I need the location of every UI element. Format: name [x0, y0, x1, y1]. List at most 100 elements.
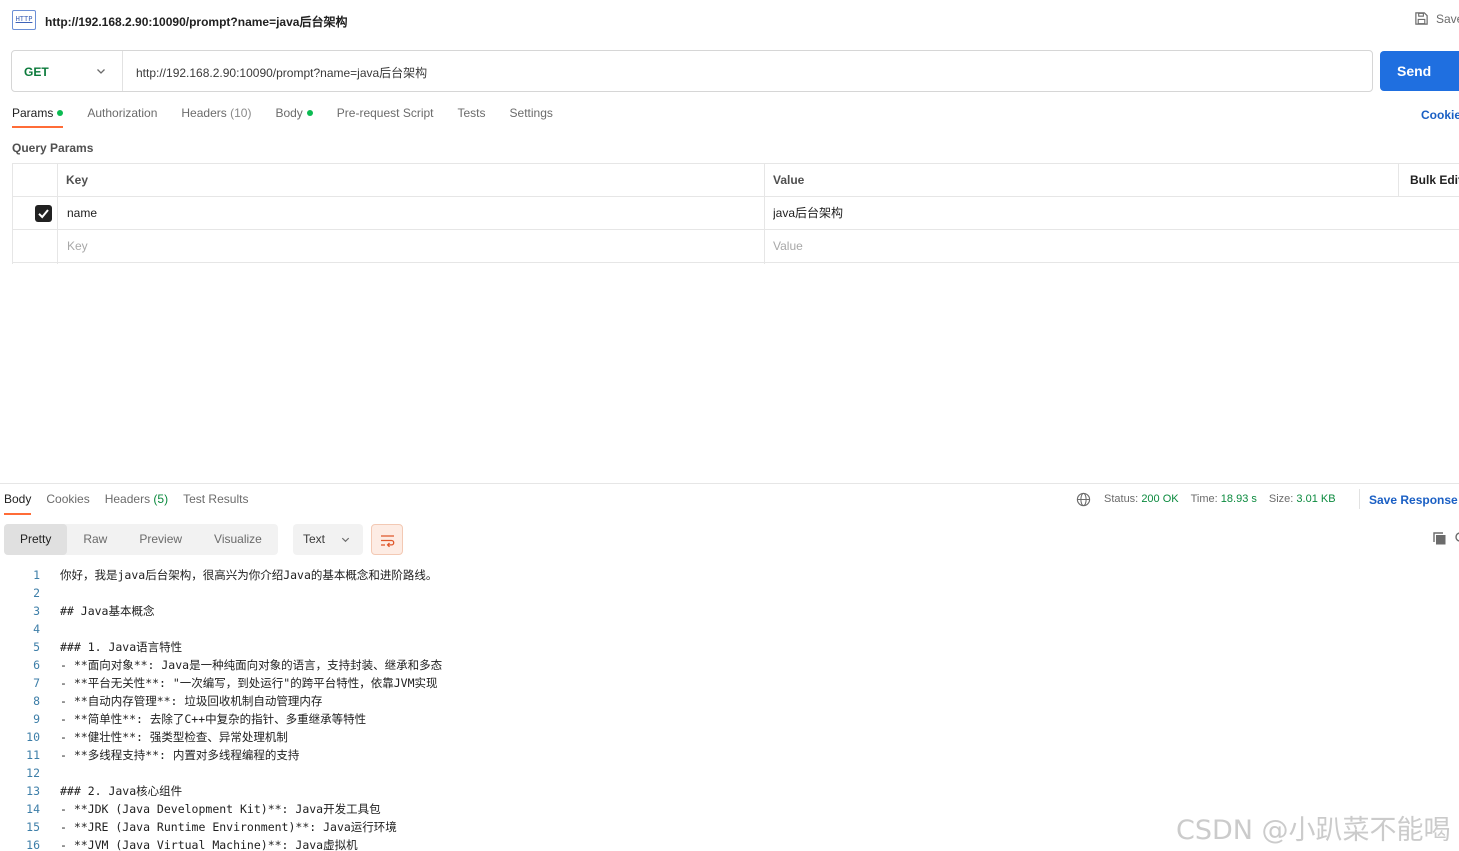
tab-headers[interactable]: Headers (10): [181, 106, 251, 130]
view-raw[interactable]: Raw: [67, 524, 123, 555]
tab-params[interactable]: Params: [12, 106, 64, 130]
tab-tests[interactable]: Tests: [458, 106, 486, 130]
tab-body[interactable]: Body: [275, 106, 313, 130]
new-value-field[interactable]: Value: [773, 230, 1453, 263]
wrap-lines-button[interactable]: [371, 524, 403, 555]
line-text: ### 2. Java核心组件: [60, 784, 183, 798]
globe-icon[interactable]: [1076, 492, 1091, 507]
tab-pre-request-script[interactable]: Pre-request Script: [337, 106, 434, 130]
tab-pre-request-label: Pre-request Script: [336, 106, 434, 120]
code-line: 10 - **健壮性**: 强类型检查、异常处理机制: [0, 728, 1459, 746]
save-button[interactable]: Save: [1414, 11, 1459, 26]
line-text: - **多线程支持**: 内置对多线程编程的支持: [60, 748, 300, 762]
code-line: 2: [0, 584, 1459, 602]
method-label: GET: [24, 65, 49, 79]
tab-headers-count: (10): [230, 106, 252, 120]
time-value: 18.93 s: [1220, 493, 1257, 505]
tab-headers-label: Headers: [181, 106, 227, 120]
time-info[interactable]: Time: 18.93 s: [1191, 493, 1257, 505]
line-text: 你好，我是java后台架构，很高兴为你介绍Java的基本概念和进阶路线。: [60, 568, 438, 582]
checkbox-checked-icon[interactable]: [35, 205, 52, 222]
line-number: 9: [33, 712, 40, 726]
table-divider: [1398, 164, 1399, 197]
param-value-field[interactable]: java后台架构: [773, 197, 1453, 230]
line-text: - **JVM (Java Virtual Machine)**: Java虚拟…: [60, 838, 358, 851]
method-select[interactable]: GET: [12, 51, 123, 91]
line-text: - **平台无关性**: "一次编写，到处运行"的跨平台特性，依靠JVM实现: [60, 676, 438, 690]
line-number: 1: [33, 568, 40, 582]
resp-tab-body[interactable]: Body: [4, 492, 32, 515]
view-mode-group: Pretty Raw Preview Visualize: [4, 524, 278, 555]
key-column-header: Key: [66, 173, 89, 187]
send-button[interactable]: Send: [1380, 51, 1459, 91]
code-line: 5 ### 1. Java语言特性: [0, 638, 1459, 656]
code-line: 1 你好，我是java后台架构，很高兴为你介绍Java的基本概念和进阶路线。: [0, 566, 1459, 584]
save-label: Save: [1436, 11, 1459, 26]
chevron-down-icon: [341, 537, 350, 543]
new-key-field[interactable]: Key: [67, 230, 747, 263]
format-select[interactable]: Text: [293, 524, 363, 555]
format-label: Text: [303, 532, 326, 546]
code-line: 12: [0, 764, 1459, 782]
code-line: 11 - **多线程支持**: 内置对多线程编程的支持: [0, 746, 1459, 764]
line-number: 7: [33, 676, 40, 690]
view-pretty[interactable]: Pretty: [4, 524, 68, 555]
code-line: 9 - **简单性**: 去除了C++中复杂的指针、多重继承等特性: [0, 710, 1459, 728]
value-column-header: Value: [773, 173, 805, 187]
copy-icon[interactable]: [1432, 531, 1447, 546]
status-label: Status:: [1104, 493, 1139, 505]
size-value: 3.01 KB: [1296, 493, 1336, 505]
resp-tab-headers[interactable]: Headers (5): [105, 492, 168, 506]
code-line: 3 ## Java基本概念: [0, 602, 1459, 620]
table-row-empty: Key Value: [12, 230, 1459, 263]
resp-tab-cookies[interactable]: Cookies: [46, 492, 89, 506]
url-input[interactable]: http://192.168.2.90:10090/prompt?name=ja…: [136, 64, 427, 81]
params-indicator-dot: [57, 110, 64, 116]
table-row: name java后台架构: [12, 197, 1459, 230]
code-line: 13 ### 2. Java核心组件: [0, 782, 1459, 800]
line-text: - **JRE (Java Runtime Environment)**: Ja…: [60, 820, 397, 834]
line-text: - **面向对象**: Java是一种纯面向对象的语言，支持封装、继承和多态: [60, 658, 443, 672]
body-indicator-dot: [306, 110, 313, 116]
view-preview[interactable]: Preview: [123, 524, 198, 555]
status-info[interactable]: Status: 200 OK: [1104, 493, 1179, 505]
line-number: 6: [33, 658, 40, 672]
line-number: 8: [33, 694, 40, 708]
line-number: 16: [26, 838, 40, 851]
code-line: 8 - **自动内存管理**: 垃圾回收机制自动管理内存: [0, 692, 1459, 710]
line-number: 11: [26, 748, 40, 762]
tab-authorization-label: Authorization: [87, 106, 158, 120]
resp-tab-test-results[interactable]: Test Results: [183, 492, 248, 506]
line-number: 13: [26, 784, 40, 798]
line-number: 5: [33, 640, 40, 654]
save-response-button[interactable]: Save Response: [1369, 493, 1458, 507]
view-visualize[interactable]: Visualize: [198, 524, 278, 555]
chevron-down-icon: [97, 69, 105, 74]
resp-tab-headers-count: (5): [153, 492, 169, 506]
cookies-link[interactable]: Cookies: [1421, 108, 1459, 122]
status-value: 200 OK: [1141, 493, 1179, 505]
code-line: 6 - **面向对象**: Java是一种纯面向对象的语言，支持封装、继承和多态: [0, 656, 1459, 674]
search-icon[interactable]: [1455, 531, 1459, 546]
line-number: 4: [33, 622, 40, 636]
tab-settings[interactable]: Settings: [510, 106, 553, 130]
request-title[interactable]: http://192.168.2.90:10090/prompt?name=ja…: [45, 13, 347, 30]
query-params-title: Query Params: [12, 141, 94, 155]
tab-authorization[interactable]: Authorization: [87, 106, 157, 130]
line-text: ### 1. Java语言特性: [60, 640, 183, 654]
line-text: - **简单性**: 去除了C++中复杂的指针、多重继承等特性: [60, 712, 367, 726]
resp-tab-headers-label: Headers: [104, 492, 151, 506]
line-number: 14: [26, 802, 40, 816]
bulk-edit-button[interactable]: Bulk Edit: [1410, 164, 1459, 197]
wrap-lines-icon: [381, 535, 395, 548]
save-icon: [1415, 12, 1428, 25]
param-key-field[interactable]: name: [67, 197, 747, 230]
request-tabs: Params Authorization Headers (10) Body P…: [12, 106, 553, 130]
code-line: 7 - **平台无关性**: "一次编写，到处运行"的跨平台特性，依靠JVM实现: [0, 674, 1459, 692]
response-status: Status: 200 OK Time: 18.93 s Size: 3.01 …: [1104, 493, 1336, 505]
line-text: ## Java基本概念: [60, 604, 155, 618]
url-bar: GET http://192.168.2.90:10090/prompt?nam…: [11, 50, 1373, 92]
line-number: 15: [26, 820, 40, 834]
response-divider: [0, 483, 1459, 484]
size-info[interactable]: Size: 3.01 KB: [1269, 493, 1336, 505]
